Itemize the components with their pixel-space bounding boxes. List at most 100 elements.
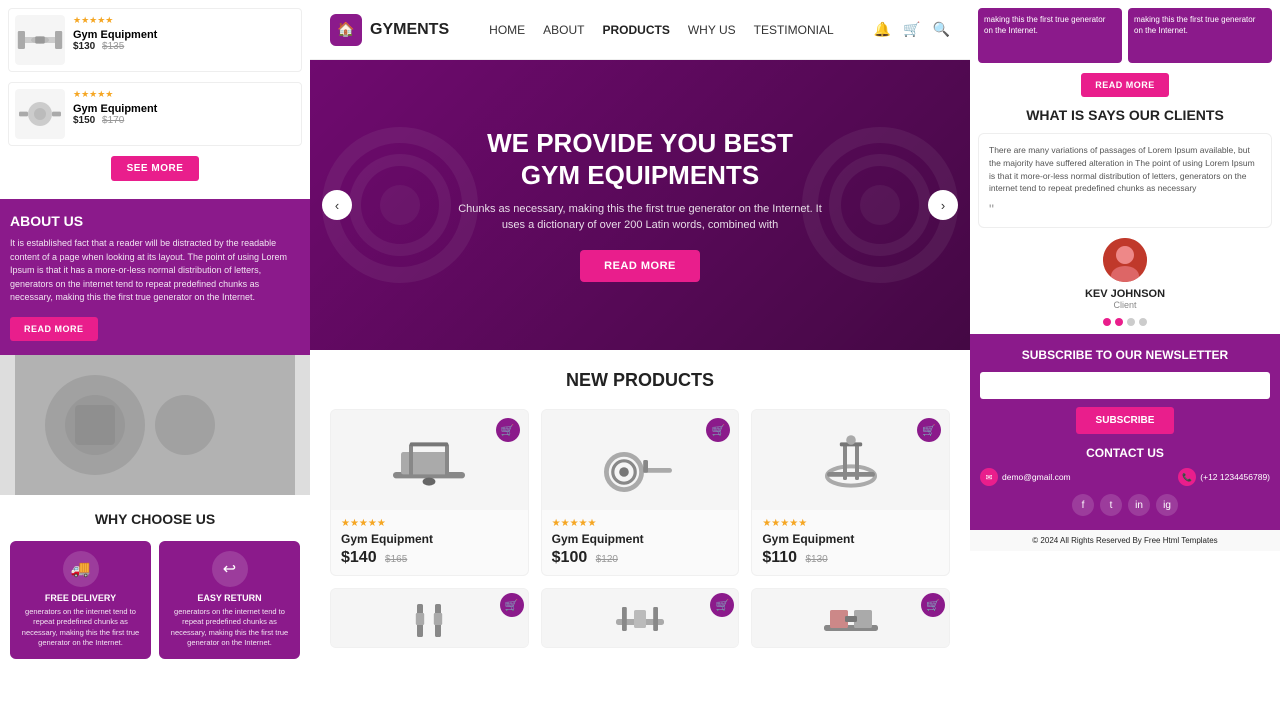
testimonial-section-title: WHAT IS SAYS OUR CLIENTS — [978, 107, 1272, 123]
left-product-name-2: Gym Equipment — [73, 103, 157, 115]
instagram-icon[interactable]: ig — [1156, 494, 1178, 516]
products-section: NEW PRODUCTS 🛒 ★★★★★ — [310, 350, 970, 658]
main-content: 🏠 GYMENTS HOME ABOUT PRODUCTS WHY US TES… — [310, 0, 970, 720]
reviewer-role: Client — [978, 300, 1272, 310]
cart-btn-6[interactable]: 🛒 — [921, 593, 945, 617]
left-product-name-1: Gym Equipment — [73, 29, 157, 41]
product-price-2: $100 — [552, 549, 588, 566]
dot-1[interactable] — [1103, 318, 1111, 326]
cart-btn-4[interactable]: 🛒 — [500, 593, 524, 617]
gym-image-section — [0, 355, 310, 495]
left-product-img-2 — [15, 89, 65, 139]
nav-home[interactable]: HOME — [489, 21, 525, 39]
dot-3[interactable] — [1127, 318, 1135, 326]
subscribe-button[interactable]: SUBSCRIBE — [1076, 407, 1175, 434]
twitter-icon[interactable]: t — [1100, 494, 1122, 516]
left-product-item-1: ★★★★★ Gym Equipment $130 $135 — [8, 8, 302, 72]
navbar-icons: 🔔 🛒 🔍 — [874, 21, 950, 38]
product-card-3: 🛒 ★★★★★ Gym Equipment $110 $130 — [751, 409, 950, 576]
brand: 🏠 GYMENTS — [330, 14, 449, 46]
email-icon: ✉ — [980, 468, 998, 486]
navbar: 🏠 GYMENTS HOME ABOUT PRODUCTS WHY US TES… — [310, 0, 970, 60]
partial-cards: making this the first true generator on … — [978, 8, 1272, 63]
product-old-price-3: $130 — [806, 554, 828, 565]
hero-next-button[interactable]: › — [928, 190, 958, 220]
about-title: ABOUT US — [10, 213, 300, 229]
cart-btn-3[interactable]: 🛒 — [917, 418, 941, 442]
left-panel: ★★★★★ Gym Equipment $130 $135 ★★★★★ — [0, 0, 310, 720]
linkedin-icon[interactable]: in — [1128, 494, 1150, 516]
left-product-price-1: $130 — [73, 41, 95, 52]
product-card-1: 🛒 ★★★★★ Gym Equipment $140 $165 — [330, 409, 529, 576]
product-card-6-partial: 🛒 — [751, 588, 950, 648]
subscribe-title: SUBSCRIBE TO OUR NEWSLETTER — [980, 348, 1270, 362]
left-product-old-price-1: $135 — [102, 41, 124, 52]
search-icon[interactable]: 🔍 — [933, 21, 950, 38]
nav-about[interactable]: ABOUT — [543, 21, 584, 39]
product-card-5-partial: 🛒 — [541, 588, 740, 648]
hero-description: Chunks as necessary, making this the fir… — [450, 201, 830, 234]
contact-email: demo@gmail.com — [1002, 472, 1071, 482]
reviewer-avatar — [1103, 238, 1147, 282]
product-info-2: ★★★★★ Gym Equipment $100 $120 — [542, 510, 739, 575]
why-card-easy-return: ↩ EASY RETURN generators on the internet… — [159, 541, 300, 659]
hero-prev-button[interactable]: ‹ — [322, 190, 352, 220]
product-old-price-2: $120 — [596, 554, 618, 565]
product-stars-3: ★★★★★ — [762, 518, 939, 529]
social-links: f t in ig — [980, 494, 1270, 516]
product-old-price-1: $165 — [385, 554, 407, 565]
nav-products[interactable]: PRODUCTS — [603, 21, 670, 39]
contact-phone: (+12 1234456789) — [1200, 472, 1270, 482]
testimonial-dots — [978, 318, 1272, 326]
hero-section: ‹ WE PROVIDE YOU BEST GYM EQUIPMENTS Chu… — [310, 60, 970, 350]
left-product-stars-2: ★★★★★ — [73, 89, 157, 100]
testimonial-text: There are many variations of passages of… — [989, 144, 1261, 195]
product-info-1: ★★★★★ Gym Equipment $140 $165 — [331, 510, 528, 575]
product-img-1: 🛒 — [331, 410, 528, 510]
right-read-more-button[interactable]: READ MORE — [1081, 73, 1169, 97]
product-img-3: 🛒 — [752, 410, 949, 510]
product-card-4-partial: 🛒 — [330, 588, 529, 648]
about-section: ABOUT US It is established fact that a r… — [0, 199, 310, 355]
product-name-3: Gym Equipment — [762, 532, 939, 546]
product-card-2: 🛒 ★★★★★ Gym Equipment $100 $120 — [541, 409, 740, 576]
nav-whyus[interactable]: WHY US — [688, 21, 736, 39]
cart-btn-2[interactable]: 🛒 — [706, 418, 730, 442]
products-section-title: NEW PRODUCTS — [330, 370, 950, 391]
cart-icon[interactable]: 🛒 — [903, 21, 920, 38]
brand-icon: 🏠 — [330, 14, 362, 46]
dot-2[interactable] — [1115, 318, 1123, 326]
cart-btn-5[interactable]: 🛒 — [710, 593, 734, 617]
facebook-icon[interactable]: f — [1072, 494, 1094, 516]
easy-return-label: EASY RETURN — [167, 593, 292, 603]
contact-email-item: ✉ demo@gmail.com — [980, 468, 1071, 486]
notification-icon[interactable]: 🔔 — [874, 21, 891, 38]
product-price-1: $140 — [341, 549, 377, 566]
right-panel: making this the first true generator on … — [970, 0, 1280, 720]
cart-btn-1[interactable]: 🛒 — [496, 418, 520, 442]
contact-title: CONTACT US — [980, 446, 1270, 460]
about-read-more-button[interactable]: READ MORE — [10, 317, 98, 341]
nav-testimonial[interactable]: TESTIMONIAL — [754, 21, 834, 39]
why-card-free-delivery: 🚚 FREE DELIVERY generators on the intern… — [10, 541, 151, 659]
partial-card-1: making this the first true generator on … — [978, 8, 1122, 63]
why-choose-section: WHY CHOOSE US 🚚 FREE DELIVERY generators… — [0, 495, 310, 675]
subscribe-input[interactable] — [980, 372, 1270, 399]
product-stars-2: ★★★★★ — [552, 518, 729, 529]
see-more-button[interactable]: SEE MORE — [111, 156, 200, 181]
left-product-stars-1: ★★★★★ — [73, 15, 157, 26]
phone-icon: 📞 — [1178, 468, 1196, 486]
product-info-3: ★★★★★ Gym Equipment $110 $130 — [752, 510, 949, 575]
product-name-1: Gym Equipment — [341, 532, 518, 546]
why-choose-title: WHY CHOOSE US — [10, 511, 300, 527]
dot-4[interactable] — [1139, 318, 1147, 326]
testimonial-quote-mark: " — [989, 201, 1261, 217]
why-grid: 🚚 FREE DELIVERY generators on the intern… — [10, 541, 300, 659]
product-stars-1: ★★★★★ — [341, 518, 518, 529]
left-product-price-2: $150 — [73, 115, 95, 126]
brand-name: GYMENTS — [370, 21, 449, 39]
subscribe-section: SUBSCRIBE TO OUR NEWSLETTER SUBSCRIBE CO… — [970, 334, 1280, 530]
hero-cta-button[interactable]: READ MORE — [580, 250, 700, 282]
product-img-2: 🛒 — [542, 410, 739, 510]
contact-info: ✉ demo@gmail.com 📞 (+12 1234456789) — [980, 468, 1270, 486]
